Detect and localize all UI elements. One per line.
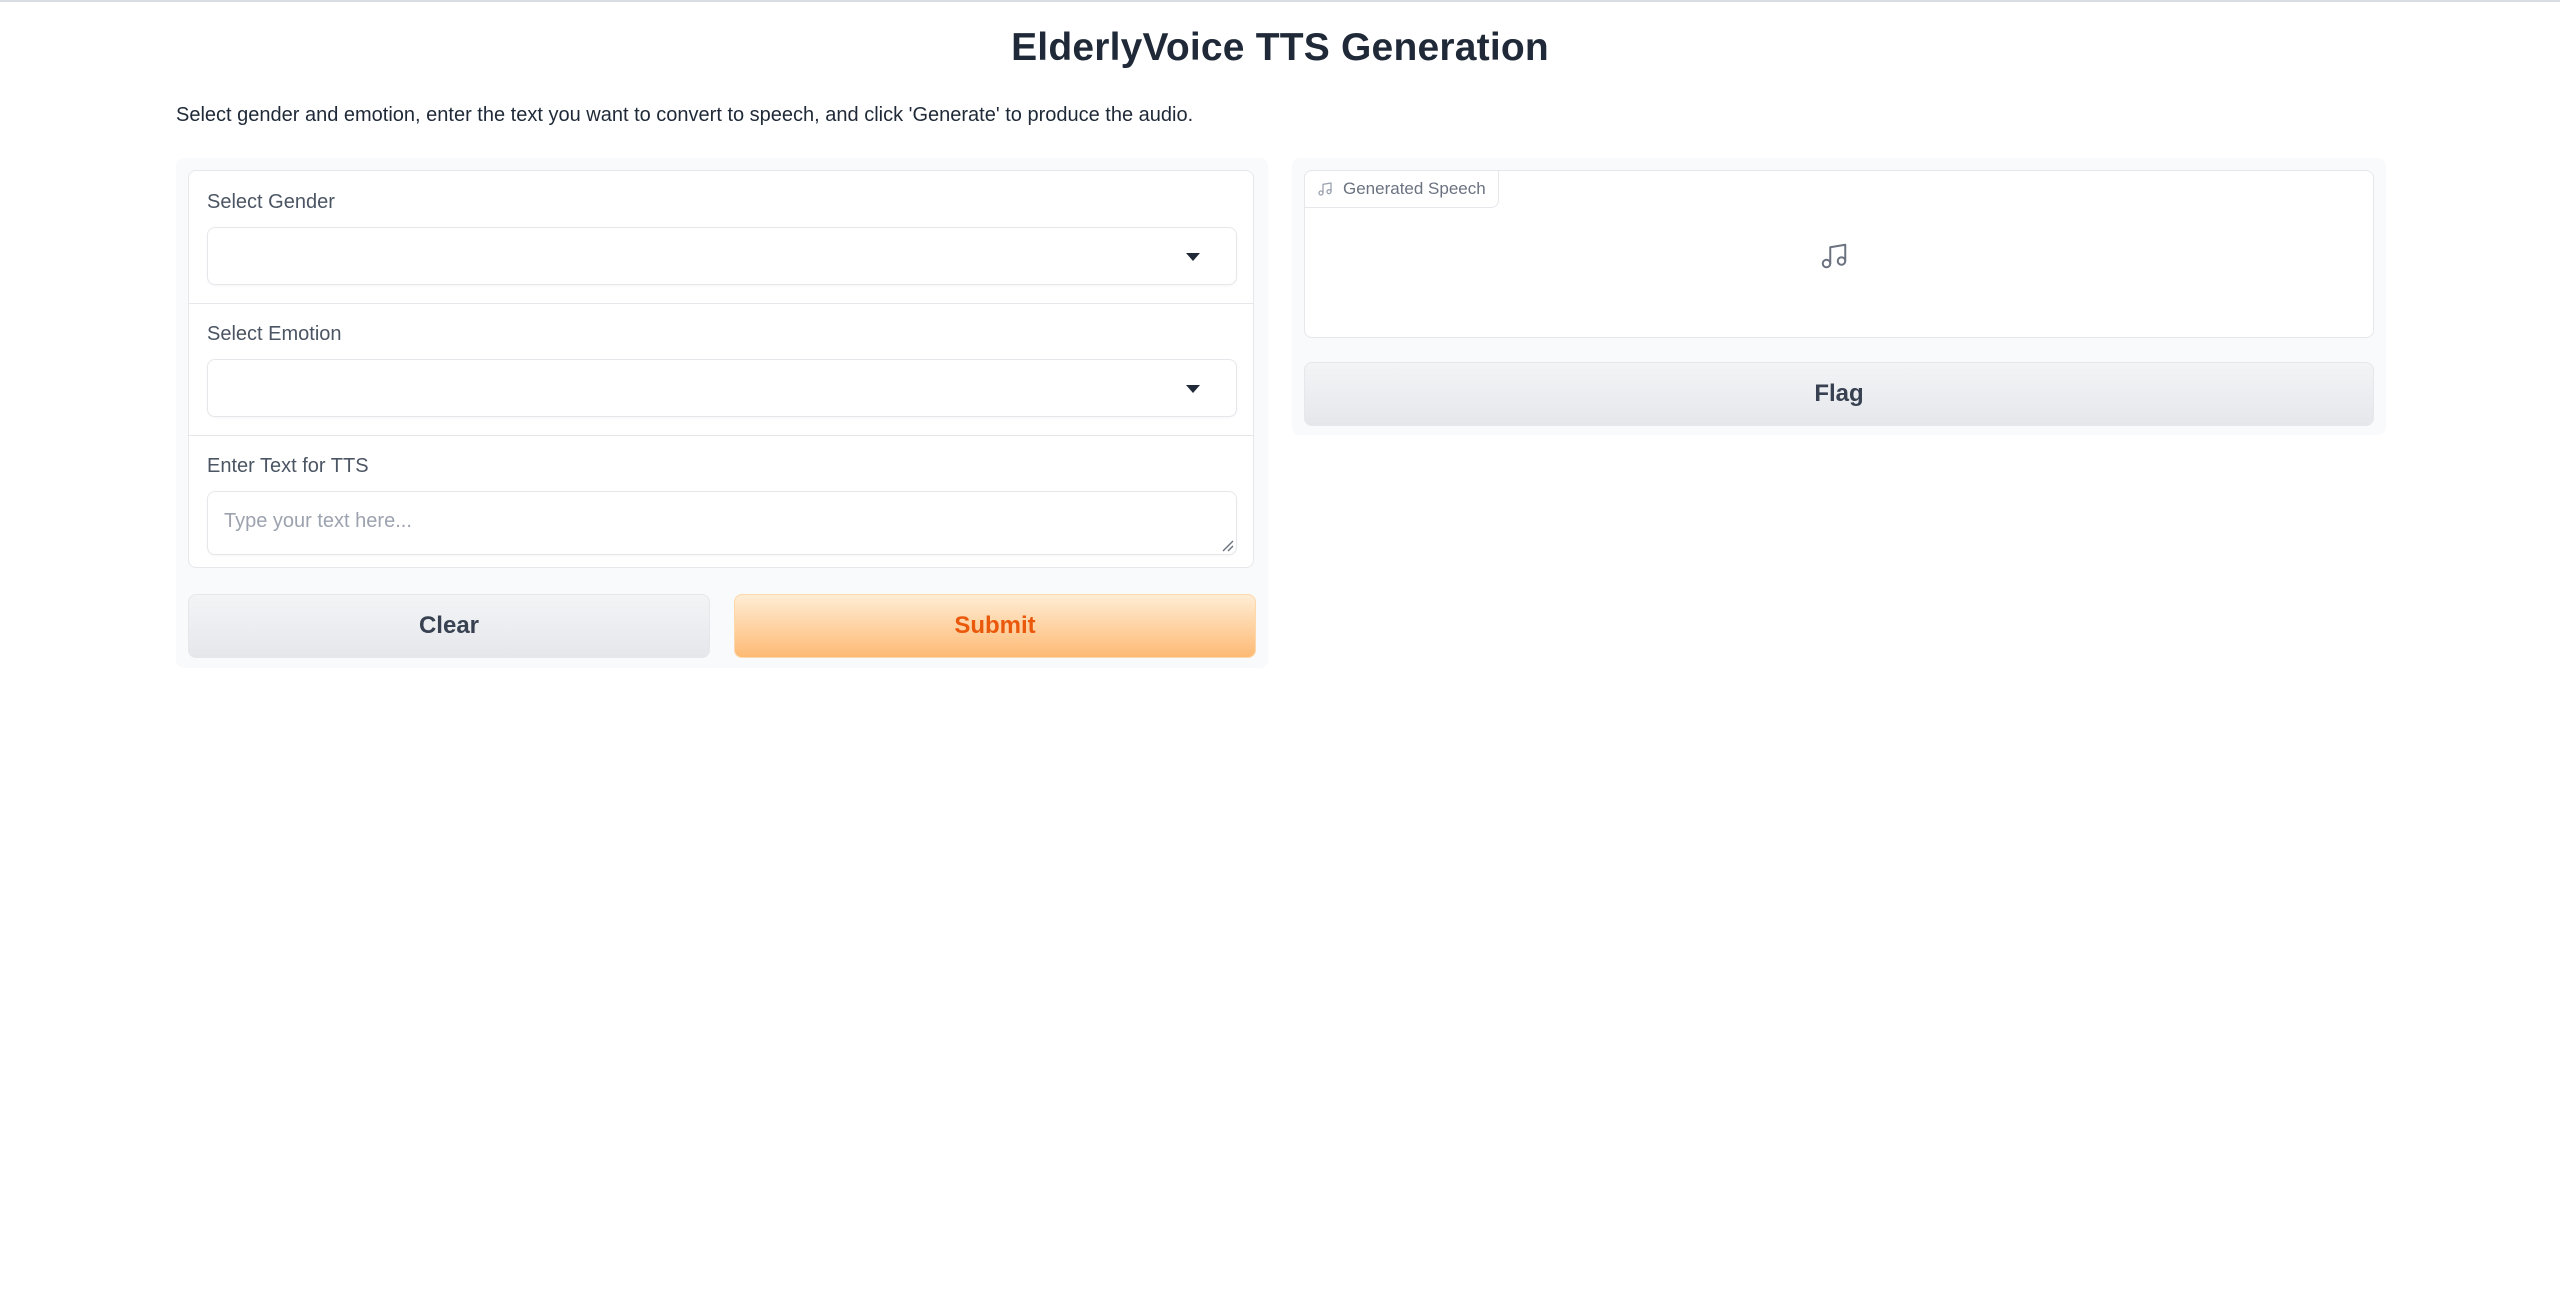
audio-label: Generated Speech [1343, 179, 1486, 198]
gender-dropdown[interactable] [207, 227, 1237, 285]
text-placeholder: Type your text here... [224, 510, 412, 532]
top-border [0, 0, 2560, 2]
text-label: Enter Text for TTS [207, 455, 369, 477]
chevron-down-icon [1186, 253, 1200, 261]
form-container: Select Gender Select Emotion Enter Text … [188, 170, 1254, 568]
gender-field: Select Gender [189, 171, 1253, 303]
gender-label: Select Gender [207, 191, 335, 213]
input-panel: Select Gender Select Emotion Enter Text … [176, 158, 1268, 668]
page-title: ElderlyVoice TTS Generation [1011, 26, 1549, 69]
text-field: Enter Text for TTS Type your text here..… [189, 435, 1253, 567]
music-note-icon [1821, 243, 1847, 269]
chevron-down-icon [1186, 385, 1200, 393]
output-panel: Generated Speech Flag [1292, 158, 2386, 435]
emotion-field: Select Emotion [189, 303, 1253, 435]
page-description: Select gender and emotion, enter the tex… [176, 104, 1194, 126]
submit-button[interactable]: Submit [734, 594, 1256, 658]
clear-button[interactable]: Clear [188, 594, 710, 658]
audio-output: Generated Speech [1304, 170, 2374, 338]
music-note-icon [1318, 182, 1332, 196]
flag-button[interactable]: Flag [1304, 362, 2374, 426]
emotion-dropdown[interactable] [207, 359, 1237, 417]
resize-handle-icon[interactable] [1220, 538, 1234, 552]
emotion-label: Select Emotion [207, 323, 342, 345]
audio-label-tag: Generated Speech [1304, 170, 1499, 208]
tts-text-input[interactable]: Type your text here... [207, 491, 1237, 555]
